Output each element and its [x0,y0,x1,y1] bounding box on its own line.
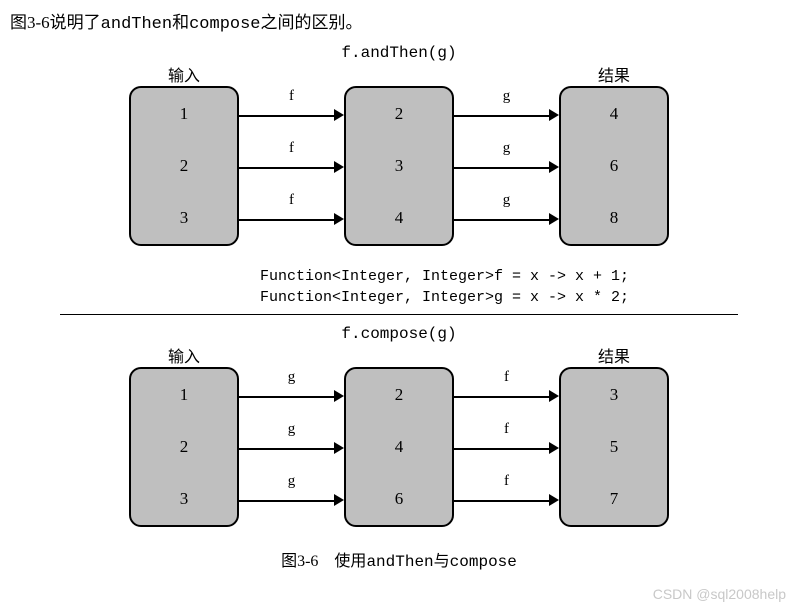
caption-pre: 图3-6 使用 [281,553,366,570]
intro-post: 之间的区别。 [261,13,363,32]
arrow-f-3: f [239,192,344,209]
compose-in-2: 2 [180,437,189,457]
andthen-input-label: 输入 [129,62,239,86]
andthen-arrows-g: g g g [454,86,559,246]
compose-arrows-g: g g g [239,367,344,527]
andthen-in-1: 1 [180,104,189,124]
caption-code2: compose [450,553,517,571]
andthen-mid-1: 2 [395,104,404,124]
andthen-in-2: 2 [180,156,189,176]
compose-mid-1: 2 [395,385,404,405]
compose-mid-3: 6 [395,489,404,509]
carrow-f-3: f [454,473,559,490]
compose-mid-box: 2 4 6 [344,367,454,527]
compose-res-1: 3 [610,385,619,405]
intro-text: 图3-6说明了andThen和compose之间的区别。 [10,8,788,34]
intro-mid: 和 [172,13,189,32]
caption-code1: andThen [366,553,433,571]
compose-in-1: 1 [180,385,189,405]
figure-caption: 图3-6 使用andThen与compose [10,547,788,571]
compose-res-3: 7 [610,489,619,509]
intro-code1: andThen [101,15,172,34]
andthen-res-2: 6 [610,156,619,176]
carrow-f-1: f [454,369,559,386]
carrow-g-1: g [239,369,344,386]
caption-mid: 与 [434,553,450,570]
compose-input-label: 输入 [129,343,239,367]
andthen-mid-3: 4 [395,208,404,228]
andthen-arrows-f: f f f [239,86,344,246]
carrow-f-2: f [454,421,559,438]
arrow-f-2: f [239,140,344,157]
andthen-in-3: 3 [180,208,189,228]
andthen-input-box: 1 2 3 [129,86,239,246]
carrow-g-3: g [239,473,344,490]
code-line-2: Function<Integer, Integer>g = x -> x * 2… [260,289,629,306]
arrow-f-1: f [239,88,344,105]
andthen-result-box: 4 6 8 [559,86,669,246]
intro-code2: compose [189,15,260,34]
compose-result-label: 结果 [559,343,669,367]
watermark: CSDN @sql2008help [653,586,786,602]
compose-diagram: 输入 结果 1 2 3 g g g 2 4 6 f f f 3 5 7 [19,349,779,539]
compose-input-box: 1 2 3 [129,367,239,527]
compose-mid-2: 4 [395,437,404,457]
function-definitions: Function<Integer, Integer>f = x -> x + 1… [260,266,788,308]
arrow-g-1: g [454,88,559,105]
compose-arrows-f: f f f [454,367,559,527]
andthen-title: f.andThen(g) [10,44,788,62]
arrow-g-3: g [454,192,559,209]
andthen-result-label: 结果 [559,62,669,86]
separator-line [60,314,738,315]
andthen-mid-box: 2 3 4 [344,86,454,246]
andthen-diagram: 输入 结果 1 2 3 f f f 2 3 4 g g g 4 6 8 [19,68,779,258]
compose-result-box: 3 5 7 [559,367,669,527]
carrow-g-2: g [239,421,344,438]
andthen-res-1: 4 [610,104,619,124]
compose-in-3: 3 [180,489,189,509]
andthen-mid-2: 3 [395,156,404,176]
andthen-res-3: 8 [610,208,619,228]
compose-title: f.compose(g) [10,325,788,343]
code-line-1: Function<Integer, Integer>f = x -> x + 1… [260,268,629,285]
arrow-g-2: g [454,140,559,157]
intro-pre: 图3-6说明了 [10,13,101,32]
compose-res-2: 5 [610,437,619,457]
